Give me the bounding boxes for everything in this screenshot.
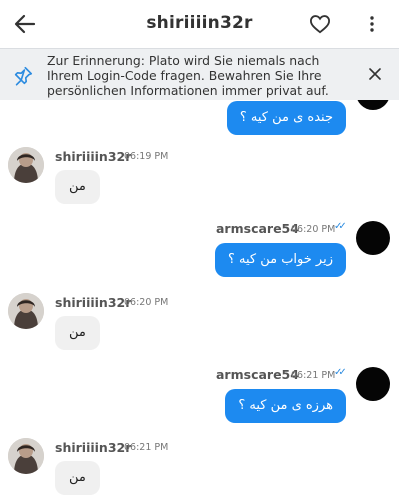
- more-vertical-icon: [370, 16, 374, 32]
- reminder-banner: Zur Erinnerung: Plato wird Sie niemals n…: [0, 48, 399, 100]
- avatar[interactable]: [8, 147, 44, 183]
- sender-name: shiriiiin32r: [55, 295, 132, 310]
- outgoing-message-bubble[interactable]: جنده ی من کیه ؟: [226, 101, 346, 135]
- avatar[interactable]: [8, 293, 44, 329]
- sender-name: shiriiiin32r: [55, 149, 132, 164]
- sender-name: armscare54: [216, 221, 299, 236]
- sender-name: shiriiiin32r: [55, 440, 132, 455]
- incoming-message-bubble[interactable]: من: [55, 316, 100, 350]
- pin-icon: [14, 66, 33, 86]
- profile-photo: [8, 293, 44, 329]
- avatar[interactable]: [356, 367, 390, 401]
- favorite-button[interactable]: [305, 9, 335, 39]
- profile-photo: [8, 147, 44, 183]
- message-time: 06:21 PM: [291, 370, 336, 381]
- message-time: 06:20 PM: [124, 297, 169, 308]
- message-list[interactable]: جنده ی من کیه ؟ shiriiiin32r 06:19 PM من…: [0, 100, 399, 500]
- reminder-text: Zur Erinnerung: Plato wird Sie niemals n…: [47, 53, 329, 98]
- profile-photo: [8, 438, 44, 474]
- incoming-message-bubble[interactable]: من: [55, 170, 100, 204]
- double-check-icon: ✓✓: [334, 221, 347, 232]
- outgoing-message-bubble[interactable]: هرزه ی من کیه ؟: [225, 389, 346, 423]
- top-bar: shiriiiin32r: [0, 0, 399, 48]
- banner-close-button[interactable]: [364, 63, 386, 85]
- close-icon: [369, 68, 381, 80]
- message-time: 06:19 PM: [124, 151, 169, 162]
- more-menu-button[interactable]: [360, 9, 384, 39]
- avatar[interactable]: [8, 438, 44, 474]
- page-title: shiriiiin32r: [146, 13, 253, 33]
- sender-name: armscare54: [216, 367, 299, 382]
- message-time: 06:21 PM: [124, 442, 169, 453]
- incoming-message-bubble[interactable]: من: [55, 461, 100, 495]
- avatar[interactable]: [356, 100, 390, 110]
- avatar[interactable]: [356, 221, 390, 255]
- heart-outline-icon: [309, 15, 331, 34]
- outgoing-message-bubble[interactable]: زیر خواب من کیه ؟: [214, 243, 346, 277]
- double-check-icon: ✓✓: [334, 367, 347, 378]
- message-time: 06:20 PM: [291, 224, 336, 235]
